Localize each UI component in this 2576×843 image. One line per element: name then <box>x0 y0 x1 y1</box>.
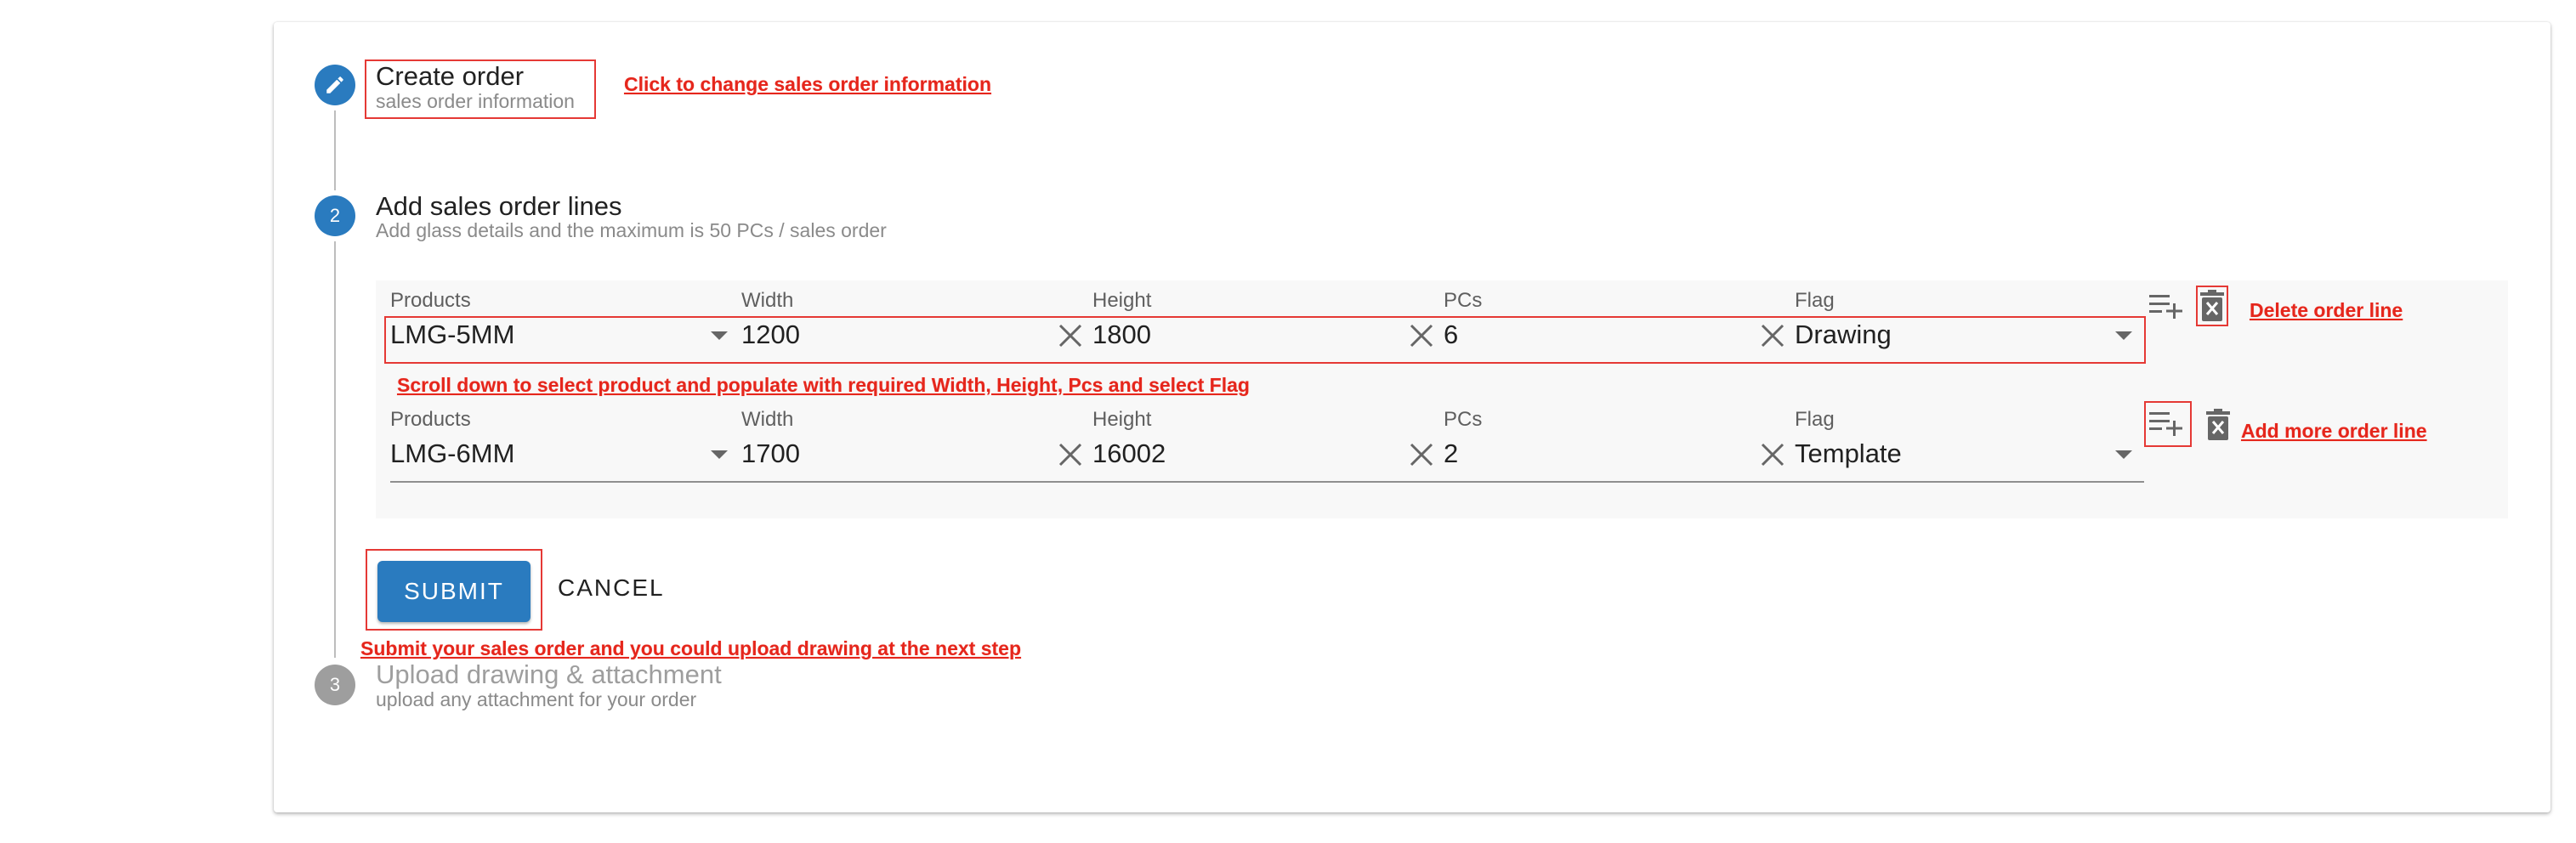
delete-icon <box>2206 409 2230 440</box>
label-products: Products <box>390 408 471 431</box>
label-height: Height <box>1092 408 1152 431</box>
annotation-box-delete <box>2196 286 2228 326</box>
label-height: Height <box>1092 289 1152 312</box>
annotation-box-submit <box>366 549 542 631</box>
close-icon[interactable] <box>1760 442 1785 467</box>
step-2-marker: 2 <box>315 195 355 236</box>
step-connector-1 <box>334 110 336 190</box>
label-flag: Flag <box>1795 408 1835 431</box>
step-3-subtitle: upload any attachment for your order <box>376 688 697 710</box>
cancel-button[interactable]: CANCEL <box>558 574 665 602</box>
annotation-scroll-hint: Scroll down to select product and popula… <box>397 374 1250 396</box>
height-field[interactable]: 16002 <box>1092 438 1166 469</box>
label-width: Width <box>741 289 794 312</box>
annotation-box-add <box>2144 401 2192 447</box>
step-3-marker: 3 <box>315 665 355 705</box>
label-pcs: PCs <box>1444 289 1483 312</box>
step-1-edit-marker[interactable] <box>315 65 355 105</box>
close-icon[interactable] <box>1409 442 1434 467</box>
annotation-create-order: Click to change sales order information <box>624 73 991 95</box>
add-order-line-button[interactable] <box>2146 289 2187 323</box>
product-select[interactable]: LMG-6MM <box>390 438 514 469</box>
delete-order-line-button[interactable] <box>2202 405 2234 445</box>
label-width: Width <box>741 408 794 431</box>
width-field[interactable]: 1700 <box>741 438 800 469</box>
annotation-submit-hint: Submit your sales order and you could up… <box>360 637 1022 659</box>
pencil-icon <box>326 76 343 93</box>
label-flag: Flag <box>1795 289 1835 312</box>
annotation-box-create-order <box>365 59 596 119</box>
step-2-subtitle: Add glass details and the maximum is 50 … <box>376 219 887 241</box>
row-underline <box>390 481 2144 483</box>
playlist-add-icon <box>2149 295 2182 319</box>
caret-down-icon[interactable] <box>2115 450 2132 459</box>
annotation-add-line: Add more order line <box>2241 420 2427 442</box>
step-3-title: Upload drawing & attachment <box>376 659 722 689</box>
flag-select[interactable]: Template <box>1795 438 1902 469</box>
step-2-title: Add sales order lines <box>376 191 622 221</box>
label-products: Products <box>390 289 471 312</box>
label-pcs: PCs <box>1444 408 1483 431</box>
close-icon[interactable] <box>1058 442 1083 467</box>
annotation-box-order-line <box>384 316 2146 364</box>
step-connector-2 <box>334 241 336 658</box>
caret-down-icon[interactable] <box>711 450 728 459</box>
annotation-delete-line: Delete order line <box>2250 299 2403 321</box>
pcs-field[interactable]: 2 <box>1444 438 1458 469</box>
